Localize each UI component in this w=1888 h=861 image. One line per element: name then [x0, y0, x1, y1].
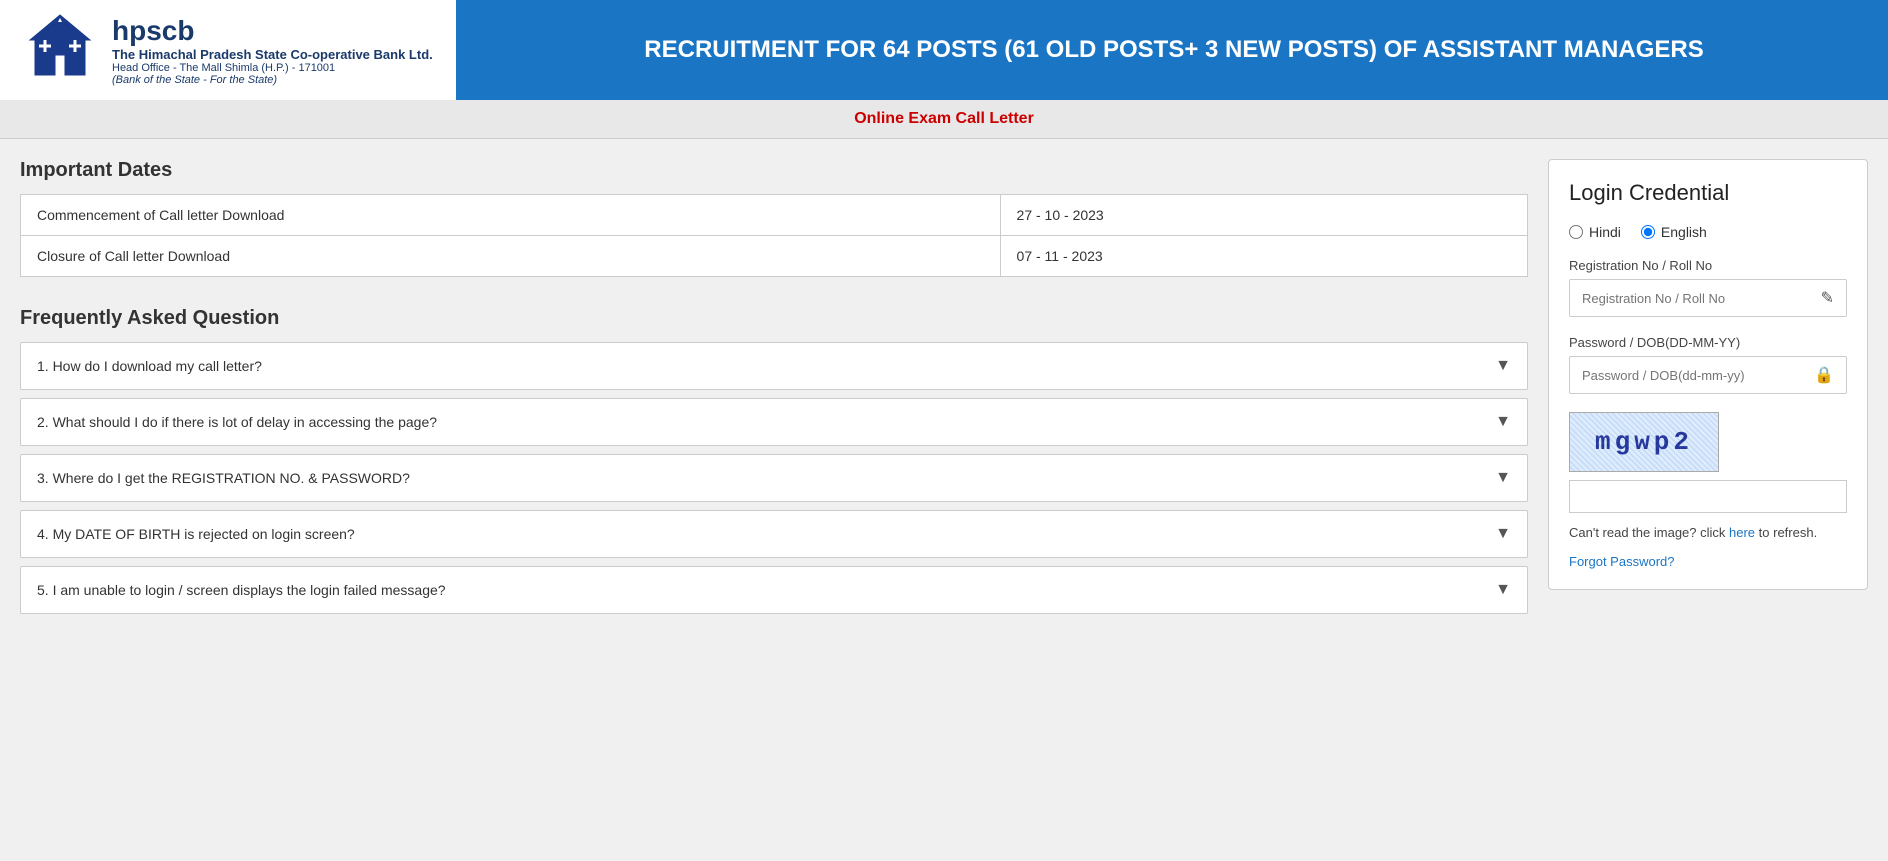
- faq-question-1[interactable]: 1. How do I download my call letter? ▼: [21, 343, 1527, 389]
- faq-question-3[interactable]: 3. Where do I get the REGISTRATION NO. &…: [21, 455, 1527, 501]
- registration-input-wrapper: ✎: [1569, 279, 1847, 317]
- faq-item-1: 1. How do I download my call letter? ▼: [20, 342, 1528, 390]
- faq-question-5[interactable]: 5. I am unable to login / screen display…: [21, 567, 1527, 613]
- table-row: Commencement of Call letter Download 27 …: [21, 195, 1528, 236]
- forgot-password-link[interactable]: Forgot Password?: [1569, 554, 1675, 569]
- language-hindi-label: Hindi: [1589, 224, 1621, 240]
- login-title: Login Credential: [1569, 180, 1847, 206]
- chevron-down-icon: ▼: [1495, 581, 1511, 599]
- faq-question-text-3: 3. Where do I get the REGISTRATION NO. &…: [37, 470, 410, 486]
- faq-question-text-2: 2. What should I do if there is lot of d…: [37, 414, 437, 430]
- hpscb-logo-icon: [20, 10, 100, 90]
- login-box: Login Credential Hindi English Registrat…: [1548, 159, 1868, 590]
- faq-question-2[interactable]: 2. What should I do if there is lot of d…: [21, 399, 1527, 445]
- dates-table: Commencement of Call letter Download 27 …: [20, 194, 1528, 277]
- faq-question-text-4: 4. My DATE OF BIRTH is rejected on login…: [37, 526, 355, 542]
- language-english-option[interactable]: English: [1641, 224, 1707, 240]
- language-hindi-radio[interactable]: [1569, 225, 1583, 239]
- captcha-note-prefix: Can't read the image? click: [1569, 525, 1729, 540]
- important-dates-title: Important Dates: [20, 159, 1528, 182]
- faq-item-4: 4. My DATE OF BIRTH is rejected on login…: [20, 510, 1528, 558]
- sub-header: Online Exam Call Letter: [0, 100, 1888, 139]
- head-office-label: Head Office - The Mall Shimla (H.P.) - 1…: [112, 62, 433, 74]
- logo-section: hpscb The Himachal Pradesh State Co-oper…: [0, 0, 460, 100]
- registration-label: Registration No / Roll No: [1569, 258, 1847, 273]
- language-selection: Hindi English: [1569, 224, 1847, 240]
- language-english-radio[interactable]: [1641, 225, 1655, 239]
- chevron-down-icon: ▼: [1495, 357, 1511, 375]
- chevron-down-icon: ▼: [1495, 413, 1511, 431]
- chevron-down-icon: ▼: [1495, 525, 1511, 543]
- password-label: Password / DOB(DD-MM-YY): [1569, 335, 1847, 350]
- faq-question-text-1: 1. How do I download my call letter?: [37, 358, 262, 374]
- captcha-input[interactable]: [1569, 480, 1847, 513]
- page-header: hpscb The Himachal Pradesh State Co-oper…: [0, 0, 1888, 100]
- faq-section: Frequently Asked Question 1. How do I do…: [20, 307, 1528, 614]
- date-label-2: Closure of Call letter Download: [21, 236, 1001, 277]
- bank-tagline-label: (Bank of the State - For the State): [112, 74, 433, 86]
- sub-header-text: Online Exam Call Letter: [854, 110, 1034, 127]
- language-english-label: English: [1661, 224, 1707, 240]
- faq-question-text-5: 5. I am unable to login / screen display…: [37, 582, 446, 598]
- date-value-2: 07 - 11 - 2023: [1000, 236, 1527, 277]
- chevron-down-icon: ▼: [1495, 469, 1511, 487]
- page-main-title: RECRUITMENT FOR 64 POSTS (61 old posts+ …: [644, 36, 1703, 64]
- captcha-refresh-link[interactable]: here: [1729, 525, 1755, 540]
- faq-item-2: 2. What should I do if there is lot of d…: [20, 398, 1528, 446]
- faq-question-4[interactable]: 4. My DATE OF BIRTH is rejected on login…: [21, 511, 1527, 557]
- date-label-1: Commencement of Call letter Download: [21, 195, 1001, 236]
- left-panel: Important Dates Commencement of Call let…: [20, 159, 1528, 622]
- important-dates-section: Important Dates Commencement of Call let…: [20, 159, 1528, 277]
- faq-item-5: 5. I am unable to login / screen display…: [20, 566, 1528, 614]
- password-input-wrapper: 🔒: [1569, 356, 1847, 394]
- language-hindi-option[interactable]: Hindi: [1569, 224, 1621, 240]
- date-value-1: 27 - 10 - 2023: [1000, 195, 1527, 236]
- right-panel: Login Credential Hindi English Registrat…: [1548, 159, 1868, 622]
- main-content: Important Dates Commencement of Call let…: [0, 139, 1888, 642]
- header-title-section: RECRUITMENT FOR 64 POSTS (61 old posts+ …: [460, 0, 1888, 100]
- password-input[interactable]: [1570, 358, 1802, 393]
- captcha-note: Can't read the image? click here to refr…: [1569, 523, 1847, 543]
- lock-icon: 🔒: [1802, 357, 1846, 393]
- logo-text-block: hpscb The Himachal Pradesh State Co-oper…: [112, 15, 433, 86]
- table-row: Closure of Call letter Download 07 - 11 …: [21, 236, 1528, 277]
- logo-hpscb-label: hpscb: [112, 15, 433, 47]
- bank-name-label: The Himachal Pradesh State Co-operative …: [112, 47, 433, 62]
- registration-input[interactable]: [1570, 281, 1809, 316]
- edit-icon: ✎: [1809, 280, 1846, 316]
- captcha-note-suffix: to refresh.: [1755, 525, 1817, 540]
- captcha-image: mgwp2: [1569, 412, 1719, 472]
- faq-item-3: 3. Where do I get the REGISTRATION NO. &…: [20, 454, 1528, 502]
- faq-title: Frequently Asked Question: [20, 307, 1528, 330]
